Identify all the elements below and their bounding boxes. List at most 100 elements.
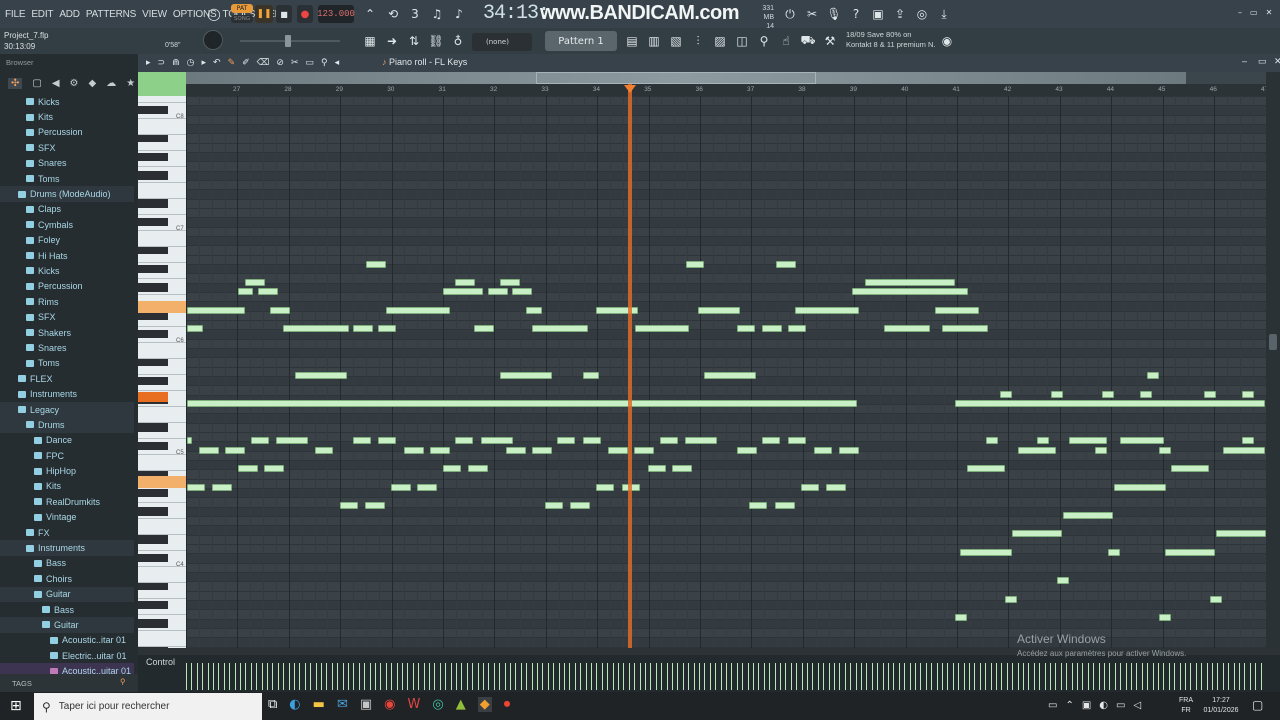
velocity-bar[interactable] (483, 663, 484, 690)
velocity-bar[interactable] (1077, 663, 1078, 690)
zoom-icon[interactable]: ⚲ (321, 57, 328, 68)
browser-item[interactable]: FX (0, 525, 134, 540)
channel-rack-icon[interactable]: ▤ (622, 31, 642, 51)
black-key[interactable] (138, 442, 168, 451)
velocity-bar[interactable] (1147, 663, 1149, 690)
velocity-bar[interactable] (412, 663, 414, 690)
velocity-bar[interactable] (1125, 663, 1127, 690)
velocity-bar[interactable] (796, 663, 798, 690)
velocity-bar[interactable] (958, 663, 960, 690)
note[interactable] (865, 279, 955, 286)
velocity-bar[interactable] (256, 663, 258, 690)
velocity-bar[interactable] (850, 663, 852, 690)
note[interactable] (378, 437, 396, 444)
step-seq-icon[interactable]: ▧ (666, 31, 686, 51)
playlist-icon[interactable]: ▥ (644, 31, 664, 51)
black-key[interactable] (138, 246, 168, 255)
velocity-bar[interactable] (558, 663, 560, 690)
velocity-bar[interactable] (693, 663, 695, 690)
velocity-bar[interactable] (823, 663, 825, 690)
pressed-key[interactable] (138, 301, 186, 313)
note[interactable] (704, 372, 756, 379)
velocity-bar[interactable] (439, 663, 441, 690)
velocity-bar[interactable] (358, 663, 360, 690)
velocity-bar[interactable] (1109, 663, 1111, 690)
chevron-up-icon[interactable]: ⌃ (1065, 700, 1073, 711)
velocity-bar[interactable] (396, 663, 398, 690)
velocity-bar[interactable] (488, 663, 490, 690)
velocity-bar[interactable] (682, 663, 684, 690)
note[interactable] (1012, 530, 1062, 537)
note[interactable] (378, 325, 396, 332)
note[interactable] (839, 447, 859, 454)
velocity-bar[interactable] (418, 663, 420, 690)
piano-roll-icon[interactable]: ▦ (360, 31, 380, 51)
note[interactable] (1165, 549, 1215, 556)
note[interactable] (481, 437, 513, 444)
velocity-bar[interactable] (294, 663, 295, 690)
clock[interactable]: 17:27 01/01/2026 (1198, 696, 1244, 716)
vertical-scrollbar[interactable] (1266, 72, 1280, 648)
note-grid[interactable] (186, 96, 1266, 648)
velocity-bar[interactable] (985, 663, 987, 690)
note[interactable] (270, 307, 290, 314)
note[interactable] (187, 325, 203, 332)
velocity-bar[interactable] (331, 663, 333, 690)
velocity-bar[interactable] (499, 663, 501, 690)
velocity-bar[interactable] (898, 663, 900, 690)
cloud-icon[interactable]: ☁ (106, 78, 116, 89)
browser-item[interactable]: Drums (0, 417, 134, 433)
browser-item[interactable]: Kicks (0, 263, 134, 278)
velocity-bar[interactable] (1244, 663, 1246, 690)
velocity-bar[interactable] (650, 663, 652, 690)
velocity-bar[interactable] (261, 663, 263, 690)
black-key[interactable] (138, 647, 168, 648)
browser-item[interactable]: Bass (0, 602, 134, 617)
note[interactable] (532, 325, 588, 332)
velocity-bar[interactable] (628, 663, 630, 690)
note[interactable] (762, 437, 780, 444)
velocity-bar[interactable] (283, 663, 285, 690)
menu-patterns[interactable]: PATTERNS (86, 9, 136, 20)
velocity-bar[interactable] (574, 663, 576, 690)
note[interactable] (264, 465, 284, 472)
velocity-bar[interactable] (763, 663, 765, 690)
velocity-bar[interactable] (634, 663, 636, 690)
velocity-bar[interactable] (450, 663, 452, 690)
velocity-bar[interactable] (888, 663, 889, 690)
note[interactable] (1147, 372, 1159, 379)
velocity-bar[interactable] (310, 663, 312, 690)
download-icon[interactable]: ⤓ (934, 4, 954, 24)
black-key[interactable] (138, 358, 168, 367)
note[interactable] (295, 372, 347, 379)
velocity-bar[interactable] (1190, 663, 1192, 690)
velocity-bar[interactable] (720, 663, 722, 690)
velocity-bar[interactable] (1093, 663, 1095, 690)
note[interactable] (762, 325, 782, 332)
note[interactable] (365, 502, 385, 509)
velocity-bar[interactable] (1185, 663, 1186, 690)
menu-edit[interactable]: EDIT (31, 9, 53, 20)
velocity-bar[interactable] (472, 663, 474, 690)
browser-item[interactable]: SFX (0, 309, 134, 324)
stop-button[interactable]: ■ (276, 5, 292, 23)
note[interactable] (1210, 596, 1222, 603)
note[interactable] (608, 447, 628, 454)
note[interactable] (386, 307, 450, 314)
browser-item[interactable]: Percussion (0, 279, 134, 294)
tools-icon[interactable]: ⚒ (820, 31, 840, 51)
note[interactable] (353, 325, 373, 332)
velocity-bar[interactable] (353, 663, 355, 690)
note[interactable] (955, 614, 967, 621)
note[interactable] (583, 437, 601, 444)
note[interactable] (187, 484, 205, 491)
pencil-icon[interactable]: ✎ (228, 57, 236, 68)
note[interactable] (583, 372, 599, 379)
velocity-bar[interactable] (612, 663, 614, 690)
velocity-bar[interactable] (1082, 663, 1084, 690)
velocity-bar[interactable] (801, 663, 803, 690)
note[interactable] (967, 465, 1005, 472)
note[interactable] (955, 400, 1265, 407)
note[interactable] (391, 484, 411, 491)
info-icon[interactable]: ◉ (937, 31, 957, 51)
